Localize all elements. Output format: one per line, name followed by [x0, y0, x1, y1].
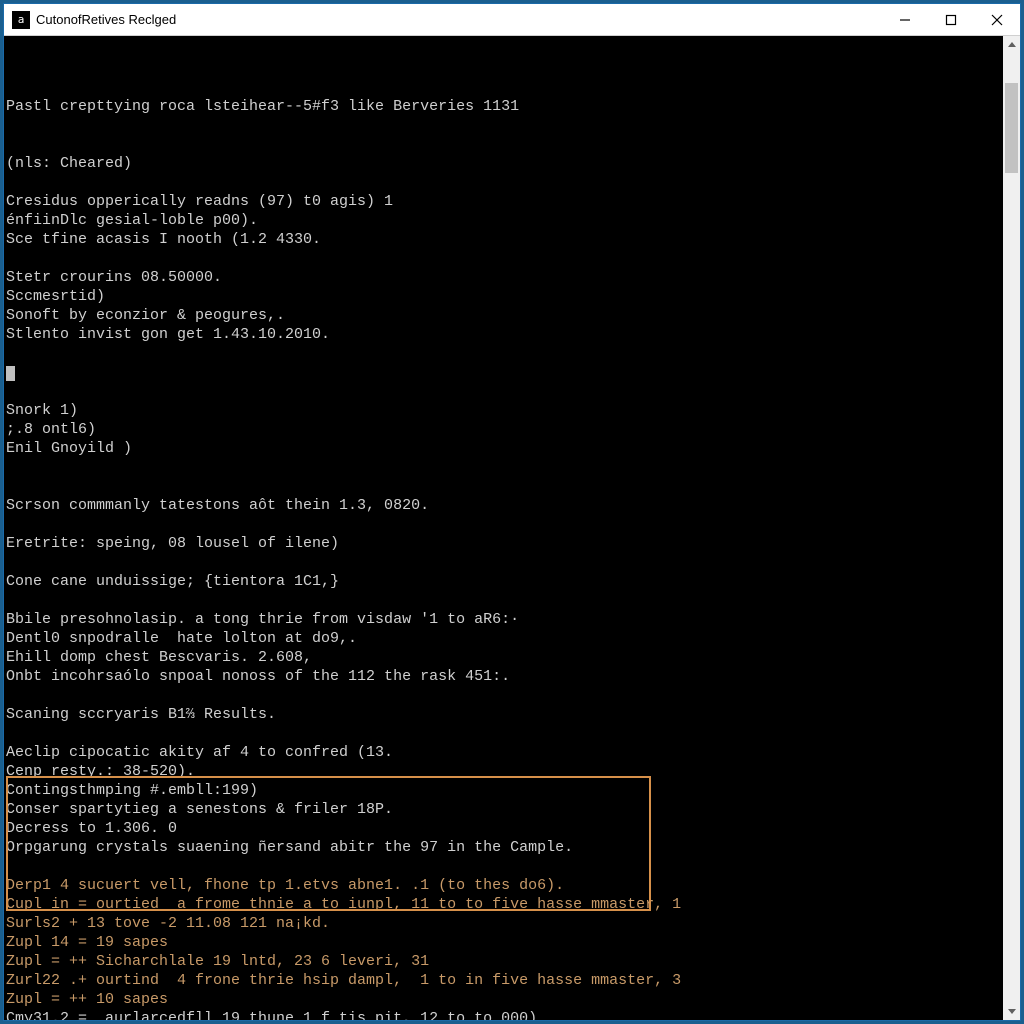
scrollbar-track[interactable]: [1003, 53, 1020, 1003]
terminal-line: Pastl crepttying roca lsteihear--5#f3 li…: [6, 97, 1001, 116]
window-controls: [882, 4, 1020, 35]
terminal-line: [6, 591, 1001, 610]
terminal-line: Sonoft by econzior & peogures,.: [6, 306, 1001, 325]
terminal-line: Cenp resty.: 38-520).: [6, 762, 1001, 781]
terminal-line: Aeclip cipocatic akity af 4 to confred (…: [6, 743, 1001, 762]
terminal-line: Ehill domp chest Bescvaris. 2.608,: [6, 648, 1001, 667]
terminal-line: [6, 515, 1001, 534]
terminal-line: [6, 173, 1001, 192]
terminal-line: Stetr crourins 08.50000.: [6, 268, 1001, 287]
terminal-line: Sccmesrtid): [6, 287, 1001, 306]
app-icon: a: [12, 11, 30, 29]
minimize-button[interactable]: [882, 4, 928, 35]
terminal-line: (nls: Cheared): [6, 154, 1001, 173]
window-title: CutonofRetives Reclged: [36, 12, 882, 27]
chevron-down-icon: [1008, 1009, 1016, 1014]
terminal-line: Conser spartytieg a senestons & friler 1…: [6, 800, 1001, 819]
vertical-scrollbar[interactable]: [1003, 36, 1020, 1020]
terminal-line: Contingsthmping #.embll:199): [6, 781, 1001, 800]
terminal-line: ;.8 ontl6): [6, 420, 1001, 439]
terminal-line: [6, 477, 1001, 496]
terminal-line: Decress to 1.306. 0: [6, 819, 1001, 838]
terminal-line: Eretrite: speing, 08 lousel of ilene): [6, 534, 1001, 553]
terminal-line: Orpgarung crystals suaening ñersand abit…: [6, 838, 1001, 857]
maximize-icon: [945, 14, 957, 26]
terminal-line: Dentl0 snpodralle hate lolton at do9,.: [6, 629, 1001, 648]
terminal-line: Bbile presohnolasip. a tong thrie from v…: [6, 610, 1001, 629]
scrollbar-down-button[interactable]: [1003, 1003, 1020, 1020]
terminal-highlighted-line: Derp1 4 sucuert vell, fhone tp 1.etvs ab…: [6, 876, 1001, 895]
terminal-line: Scrson commmanly tatestons aôt thein 1.3…: [6, 496, 1001, 515]
terminal-line: [6, 135, 1001, 154]
terminal-line: [6, 363, 1001, 382]
terminal-highlighted-line: Cupl in = ourtied a frome thnie a to iun…: [6, 895, 1001, 914]
terminal-line: Enil Gnoyild ): [6, 439, 1001, 458]
scrollbar-up-button[interactable]: [1003, 36, 1020, 53]
terminal-line: [6, 686, 1001, 705]
terminal-line: Cmy31.2 = aurlarcedfll 19 thune 1 f tis …: [6, 1009, 1001, 1020]
terminal-highlighted-line: Zupl 14 = 19 sapes: [6, 933, 1001, 952]
chevron-up-icon: [1008, 42, 1016, 47]
terminal-line: Onbt incohrsaólo snpoal nonoss of the 11…: [6, 667, 1001, 686]
terminal-line: [6, 458, 1001, 477]
secondary-cursor: [6, 366, 15, 381]
terminal-highlighted-line: Zupl = ++ 10 sapes: [6, 990, 1001, 1009]
terminal-line: Sce tfine acasis I nooth (1.2 4330.: [6, 230, 1001, 249]
terminal-highlighted-line: Zupl = ++ Sicharchlale 19 lntd, 23 6 lev…: [6, 952, 1001, 971]
maximize-button[interactable]: [928, 4, 974, 35]
terminal-line: Cresidus opperically readns (97) t0 agis…: [6, 192, 1001, 211]
terminal-line: Stlento invist gon get 1.43.10.2010.: [6, 325, 1001, 344]
terminal-line: [6, 553, 1001, 572]
app-window: a CutonofRetives Reclged Pastl crepttyin…: [3, 3, 1021, 1021]
terminal-line: [6, 724, 1001, 743]
terminal-highlighted-line: Surls2 + 13 tove -2 11.08 121 na¡kd.: [6, 914, 1001, 933]
minimize-icon: [899, 14, 911, 26]
terminal-output[interactable]: Pastl crepttying roca lsteihear--5#f3 li…: [4, 36, 1003, 1020]
client-area: Pastl crepttying roca lsteihear--5#f3 li…: [4, 36, 1020, 1020]
terminal-line: [6, 344, 1001, 363]
close-icon: [991, 14, 1003, 26]
close-button[interactable]: [974, 4, 1020, 35]
terminal-line: [6, 249, 1001, 268]
titlebar[interactable]: a CutonofRetives Reclged: [4, 4, 1020, 36]
terminal-highlighted-line: Zurl22 .+ ourtind 4 frone thrie hsip dam…: [6, 971, 1001, 990]
scrollbar-thumb[interactable]: [1005, 83, 1018, 173]
terminal-line: [6, 116, 1001, 135]
terminal-line: énfiinDlc gesial-loble p00).: [6, 211, 1001, 230]
terminal-line: Snork 1): [6, 401, 1001, 420]
terminal-line: Scaning sccryaris B1⅔ Results.: [6, 705, 1001, 724]
terminal-line: Cone cane unduissige; {tientora 1C1,}: [6, 572, 1001, 591]
terminal-line: [6, 382, 1001, 401]
terminal-line: [6, 857, 1001, 876]
